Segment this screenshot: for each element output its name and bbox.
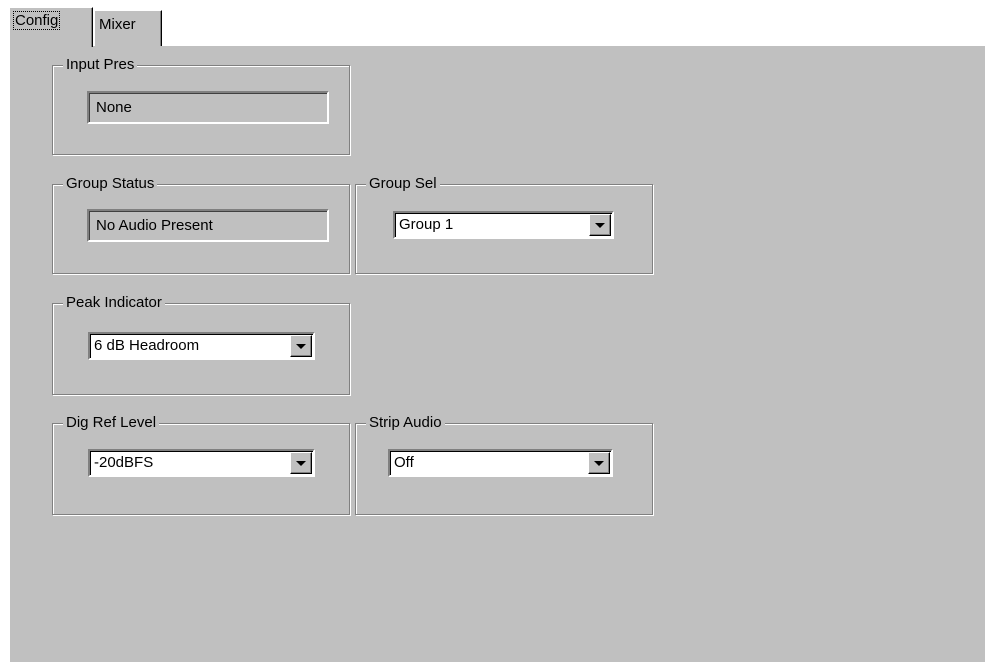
strip-audio-dropdown[interactable]: Off: [388, 449, 613, 477]
group-sel-dropdown[interactable]: Group 1: [393, 211, 614, 239]
chevron-down-icon: [296, 461, 306, 466]
tab-config[interactable]: Config: [9, 7, 93, 47]
peak-indicator-group: Peak Indicator 6 dB Headroom: [52, 293, 350, 395]
strip-audio-value: Off: [394, 454, 414, 471]
dig-ref-level-value: -20dBFS: [94, 454, 154, 471]
group-sel-value: Group 1: [399, 216, 454, 233]
peak-indicator-label: Peak Indicator: [63, 293, 165, 313]
group-sel-label: Group Sel: [366, 174, 440, 194]
dig-ref-level-label: Dig Ref Level: [63, 413, 160, 433]
group-status-label: Group Status: [63, 174, 158, 194]
input-pres-label: Input Pres: [63, 55, 138, 75]
dig-ref-level-group: Dig Ref Level -20dBFS: [52, 413, 350, 515]
chevron-down-icon: [595, 223, 605, 228]
dig-ref-level-dropdown[interactable]: -20dBFS: [88, 449, 315, 477]
tab-mixer-label: Mixer: [99, 16, 136, 33]
group-sel-group: Group Sel Group 1: [355, 174, 653, 274]
peak-indicator-dropdown-button[interactable]: [290, 335, 312, 357]
tab-config-label: Config: [12, 11, 61, 30]
strip-audio-group: Strip Audio Off: [355, 413, 653, 515]
group-sel-dropdown-button[interactable]: [589, 214, 611, 236]
dig-ref-level-dropdown-button[interactable]: [290, 452, 312, 474]
chevron-down-icon: [594, 461, 604, 466]
chevron-down-icon: [296, 344, 306, 349]
strip-audio-dropdown-button[interactable]: [588, 452, 610, 474]
tab-mixer[interactable]: Mixer: [94, 10, 162, 46]
strip-audio-label: Strip Audio: [366, 413, 445, 433]
input-pres-display: None: [87, 91, 329, 124]
input-pres-group: Input Pres None: [52, 55, 350, 155]
group-status-group: Group Status No Audio Present: [52, 174, 350, 274]
peak-indicator-value: 6 dB Headroom: [94, 337, 200, 354]
group-status-display: No Audio Present: [87, 209, 329, 242]
peak-indicator-dropdown[interactable]: 6 dB Headroom: [88, 332, 315, 360]
